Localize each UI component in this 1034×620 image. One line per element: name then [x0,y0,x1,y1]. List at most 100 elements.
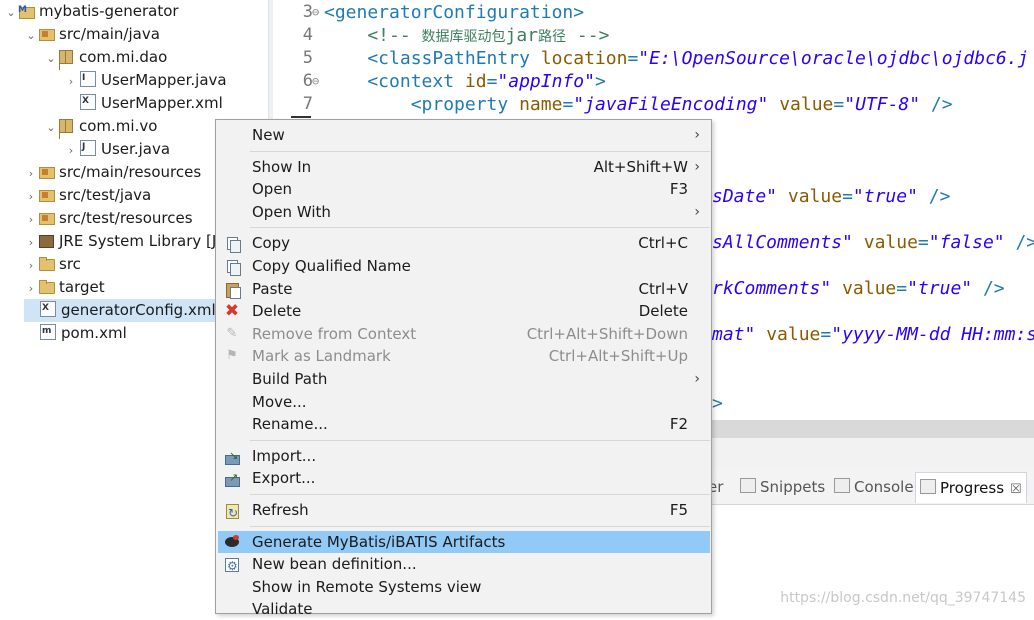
landmark-icon: ⚑ [226,348,238,364]
menu-item-label: Remove from Context [252,324,417,343]
export-icon [224,467,240,489]
watermark-text: https://blog.csdn.net/qq_39747145 [780,590,1026,606]
view-tab-snippets[interactable]: Snippets [740,476,825,498]
menu-item-new-bean-definition[interactable]: New bean definition... [218,553,710,577]
tree-item[interactable]: › JRE System Library [J2 [24,230,226,253]
xml-file-icon: X [80,94,96,110]
menu-item-export[interactable]: Export... [218,467,710,489]
tree-twisty-icon[interactable]: › [64,139,78,162]
tree-twisty-icon[interactable]: ⌄ [44,47,58,70]
code-line: 4 <!-- 数据库驱动包jar路径 --> [273,24,1034,47]
menu-item-validate[interactable]: Validate [218,598,710,620]
menu-item-shortcut: Ctrl+C [638,234,688,253]
tree-item[interactable]: ⌄ mybatis-generator [4,0,178,24]
tree-item[interactable]: m pom.xml [24,322,127,345]
menu-item-rename[interactable]: Rename... F2 [218,413,710,435]
menu-item-paste[interactable]: Paste Ctrl+V [218,278,710,300]
code-token: 路径 [538,29,567,45]
tree-twisty-icon[interactable]: › [24,231,38,254]
menu-item-new[interactable]: New › [218,124,710,146]
tree-item[interactable]: › J User.java [64,138,170,161]
line-number: 5 [302,48,313,68]
tree-item[interactable]: › src/test/resources [24,207,193,230]
view-tab-progress[interactable]: Progress ☒ [915,472,1027,503]
code-token: 数据库驱动包 [421,29,506,45]
code-token: = [820,324,832,345]
tree-item[interactable]: › src/main/resources [24,161,201,184]
menu-item-copy-qualified-name[interactable]: Copy Qualified Name [218,255,710,277]
tree-twisty-icon[interactable]: › [64,70,78,93]
copy-icon [224,258,241,276]
java-file-icon: J [80,140,96,156]
tree-item[interactable]: ⌄ src/main/java [24,23,160,46]
close-icon[interactable]: ☒ [1010,482,1022,497]
code-text: <property name="javaFileEncoding" value=… [324,93,953,116]
tree-twisty-icon[interactable]: › [24,162,38,185]
menu-item-import[interactable]: Import... [218,445,710,467]
menu-item-shortcut: Ctrl+V [638,279,688,298]
menu-item-open[interactable]: Open F3 [218,178,710,200]
source-folder-icon [38,25,55,41]
menu-item-label: Show in Remote Systems view [252,577,482,596]
tree-twisty-icon[interactable]: ⌄ [24,24,38,47]
menu-item-refresh[interactable]: Refresh F5 [218,499,710,524]
view-tab-console[interactable]: Console [834,476,914,498]
menu-item-copy[interactable]: Copy Ctrl+C [218,232,710,254]
editor-bottom-area [712,438,1034,468]
tree-twisty-icon[interactable]: › [24,254,38,277]
code-line-partial: mat" value="yyyy-MM-dd HH:mm:s [712,323,1034,346]
menu-item-label: New bean definition... [252,555,417,574]
menu-item-generate-mybatis-ibatis-artifacts[interactable]: Generate MyBatis/iBATIS Artifacts [218,530,710,553]
menu-separator [250,525,710,527]
tree-item[interactable]: ⌄ com.mi.vo [44,115,157,138]
tree-item-label: JRE System Library [J2 [59,232,226,250]
folder-icon [38,255,55,271]
caret-marker [291,116,311,118]
code-token: = [917,232,929,253]
code-line-partial: sDate" value="true" /> [712,185,950,208]
tree-item[interactable]: › I UserMapper.java [64,69,227,92]
code-line: 5 <classPathEntry location="E:\OpenSourc… [273,47,1034,70]
code-token: > [712,393,723,414]
code-token: id [464,71,487,92]
view-tab-label: Progress [940,479,1005,497]
menu-item-build-path[interactable]: Build Path › [218,368,710,390]
menu-item-label: Mark as Landmark [252,347,391,366]
tree-twisty-icon[interactable]: › [24,208,38,231]
line-number: 4 [302,25,313,45]
package-icon [58,48,74,64]
code-token: /> [920,94,953,115]
package-icon [58,117,74,133]
menu-item-show-in-remote-systems-view[interactable]: Show in Remote Systems view [218,576,710,598]
fold-toggle-icon[interactable]: ⊖ [312,1,319,24]
tree-item[interactable]: X UserMapper.xml [64,92,223,115]
tree-twisty-icon[interactable]: ⌄ [44,116,58,139]
menu-item-open-with[interactable]: Open With › [218,201,710,223]
line-number: 6 [302,71,313,91]
menu-item-move[interactable]: Move... [218,391,710,413]
menu-item-shortcut: F5 [669,501,688,519]
tree-item[interactable]: › src [24,253,81,276]
tree-item[interactable]: › target [24,276,105,299]
menu-item-delete[interactable]: ✖ Delete Delete [218,300,710,322]
code-token: <context [324,71,465,92]
menu-item-show-in[interactable]: Show In Alt+Shift+W › [218,156,710,178]
tree-item[interactable]: ⌄ com.mi.dao [44,46,167,69]
submenu-arrow-icon: › [694,158,700,175]
menu-item-shortcut: Alt+Shift+W [593,157,688,176]
code-text: <!-- 数据库驱动包jar路径 --> [324,24,609,49]
import-icon [224,445,240,467]
tree-twisty-icon[interactable]: ⌄ [4,1,18,24]
tree-item-label: UserMapper.java [101,71,227,89]
editor-horizontal-scrollbar[interactable] [712,420,1034,438]
tree-twisty-icon[interactable]: › [24,277,38,300]
code-token: = [627,48,639,69]
mybatis-icon [224,534,240,550]
tree-twisty-icon[interactable]: › [24,185,38,208]
code-token: > [594,71,606,92]
code-token: = [833,94,845,115]
menu-item-shortcut: Ctrl+Alt+Shift+Up [548,347,688,366]
fold-toggle-icon[interactable]: ⊖ [312,70,319,93]
code-token: = [486,71,498,92]
tree-item[interactable]: › src/test/java [24,184,151,207]
